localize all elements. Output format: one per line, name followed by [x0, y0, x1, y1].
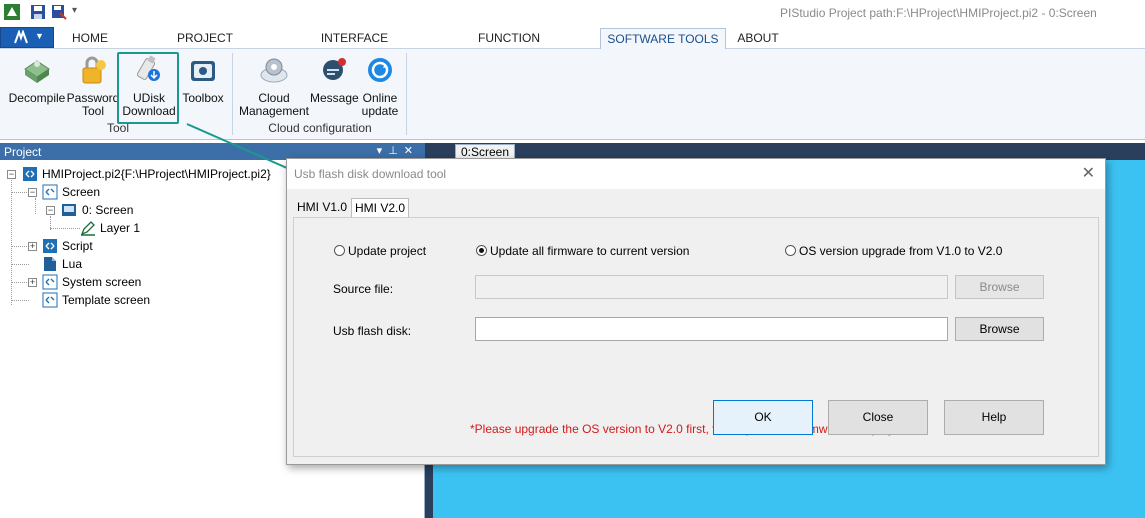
title-bar: ▾ PIStudio Project path:F:\HProject\HMIP… [0, 0, 1145, 25]
radio-button [785, 245, 796, 256]
source-file-field [475, 275, 948, 299]
radio-os-upgrade[interactable]: OS version upgrade from V1.0 to V2.0 [785, 244, 1002, 258]
window-title: PIStudio Project path:F:\HProject\HMIPro… [780, 6, 1097, 20]
close-button[interactable]: Close [828, 400, 928, 435]
online-label-line2: update [361, 104, 399, 118]
tree-item-screen[interactable]: Screen [62, 185, 100, 199]
lua-file-icon [44, 257, 56, 271]
tab-hmi-v1[interactable]: HMI V1.0 [295, 198, 349, 218]
usb-download-dialog: Usb flash disk download tool ✕ HMI V1.0 … [286, 158, 1106, 465]
application-menu-button[interactable]: ▼ [0, 27, 54, 48]
message-label: Message [310, 91, 359, 105]
tab-function-configuration[interactable]: FUNCTION CONFIGURATION [428, 28, 590, 65]
app-logo-icon [4, 4, 20, 20]
password-tool-button[interactable]: Password Tool [66, 55, 120, 118]
message-button[interactable]: Message [310, 55, 359, 105]
tree-item-layer-1[interactable]: Layer 1 [100, 221, 140, 235]
ribbon-group-divider [406, 53, 407, 135]
template-screen-icon [42, 292, 58, 308]
usb-flash-disk-label: Usb flash disk: [333, 324, 412, 338]
cloud-group-label: Cloud configuration [268, 121, 372, 135]
ok-button[interactable]: OK [713, 400, 813, 435]
cloud-label-line2: Management [238, 104, 310, 118]
toolbox-icon [191, 61, 215, 81]
radio-button [334, 245, 345, 256]
layer-pencil-icon [80, 221, 95, 236]
radio-label: Update project [348, 244, 427, 258]
usb-browse-button[interactable]: Browse [955, 317, 1044, 341]
tree-item-template-screen[interactable]: Template screen [62, 293, 150, 307]
password-label-line2: Tool [81, 104, 104, 118]
close-icon[interactable]: ✕ [1082, 163, 1095, 183]
panel-dropdown-icon[interactable]: ▾ [377, 145, 389, 157]
pin-icon[interactable]: ⊥ [388, 145, 404, 157]
radio-label: Update all firmware to current version [490, 244, 690, 258]
tree-item-0-screen[interactable]: 0: Screen [82, 203, 133, 217]
dialog-title: Usb flash disk download tool [294, 167, 447, 181]
radio-label: OS version upgrade from V1.0 to V2.0 [799, 244, 1003, 258]
usb-flash-disk-field[interactable] [475, 317, 948, 341]
ribbon-group-divider [232, 53, 233, 135]
decompile-icon [24, 60, 50, 83]
tab-interface-layout[interactable]: INTERFACE LAYOUT [298, 28, 411, 65]
source-browse-button: Browse [955, 275, 1044, 299]
password-lock-icon [82, 56, 106, 84]
hmi-v2-panel: Update project Update all firmware to cu… [293, 217, 1099, 457]
save-icon[interactable] [30, 4, 46, 20]
project-file-icon [23, 167, 37, 181]
tree-item-script[interactable]: Script [62, 239, 93, 253]
dialog-title-bar: Usb flash disk download tool ✕ [287, 159, 1105, 189]
collapse-toggle[interactable]: − [7, 170, 16, 179]
toolbox-label: Toolbox [182, 91, 224, 105]
save-as-icon[interactable] [51, 4, 67, 20]
screen-folder-icon [42, 184, 58, 200]
source-file-label: Source file: [333, 282, 394, 296]
toolbox-button[interactable]: Toolbox [178, 55, 228, 105]
expand-toggle[interactable]: + [28, 242, 37, 251]
radio-button-selected [476, 245, 487, 256]
tab-hmi-v2[interactable]: HMI V2.0 [351, 198, 409, 218]
system-screen-icon [42, 274, 58, 290]
app-menu-icon [14, 30, 28, 44]
decompile-button[interactable]: Decompile [8, 55, 66, 105]
expand-toggle[interactable]: + [28, 278, 37, 287]
tree-item-system-screen[interactable]: System screen [62, 275, 141, 289]
online-update-icon [368, 58, 392, 82]
tab-home[interactable]: HOME [66, 28, 114, 49]
screen-page-icon [62, 204, 76, 216]
chevron-down-icon: ▼ [35, 31, 44, 41]
tree-item-lua[interactable]: Lua [62, 257, 82, 271]
help-button[interactable]: Help [944, 400, 1044, 435]
message-icon [323, 58, 346, 80]
online-update-button[interactable]: Online update [358, 55, 402, 118]
collapse-toggle[interactable]: − [28, 188, 37, 197]
radio-update-firmware[interactable]: Update all firmware to current version [476, 244, 689, 258]
udisk-highlight-box [117, 52, 179, 124]
project-panel-title: Project [4, 145, 42, 159]
tree-item-project[interactable]: HMIProject.pi2{F:\HProject\HMIProject.pi… [42, 167, 271, 181]
script-icon [43, 239, 57, 253]
tab-about[interactable]: ABOUT [733, 28, 783, 49]
cloud-gear-icon [260, 58, 288, 83]
tab-project-configuration[interactable]: PROJECT CONFIGURATION [130, 28, 280, 65]
cloud-management-button[interactable]: Cloud Management [238, 55, 310, 118]
tab-software-tools[interactable]: SOFTWARE TOOLS [600, 28, 726, 49]
collapse-toggle[interactable]: − [46, 206, 55, 215]
close-icon[interactable]: ✕ [404, 145, 419, 157]
radio-update-project[interactable]: Update project [334, 244, 426, 258]
ribbon-tab-row: ▼ HOME PROJECT CONFIGURATION INTERFACE L… [0, 25, 1145, 65]
quick-access-dropdown-icon[interactable]: ▾ [72, 5, 77, 16]
decompile-label: Decompile [8, 91, 66, 105]
